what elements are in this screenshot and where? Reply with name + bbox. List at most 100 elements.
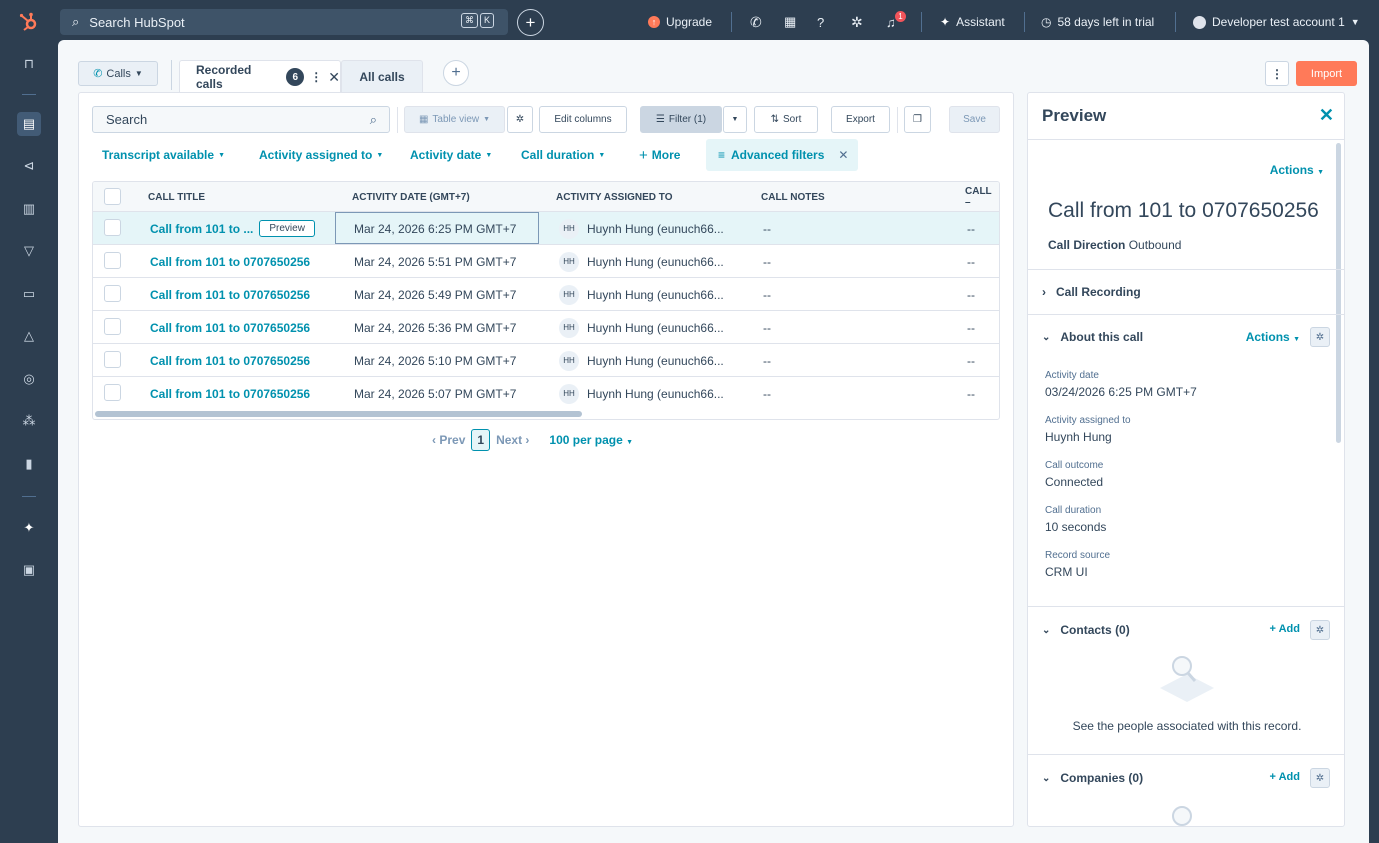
section-header[interactable]: ⌄ About this call (1042, 330, 1143, 344)
table-view-dropdown[interactable]: ▦ Table view ▼ (404, 106, 505, 133)
page-size-dropdown[interactable]: 100 per page ▼ (549, 433, 633, 447)
table-row[interactable]: Call from 101 to 0707650256 Mar 24, 2026… (93, 245, 999, 278)
filter-button[interactable]: ☰ Filter (1) (640, 106, 722, 133)
upgrade-button[interactable]: ↑ Upgrade (648, 0, 712, 44)
development-icon[interactable]: ▣ (17, 558, 41, 582)
quick-filter-call-duration[interactable]: Call duration ▼ (521, 139, 605, 171)
quick-filter-transcript[interactable]: Transcript available ▼ (102, 139, 225, 171)
property-label: Call outcome (1045, 460, 1104, 471)
call-title-link[interactable]: Call from 101 to 0707650256 (150, 245, 310, 278)
column-header-assigned-to[interactable]: ACTIVITY ASSIGNED TO (556, 182, 673, 212)
table-search-input[interactable]: Search ⌕ (92, 106, 390, 133)
hubspot-logo-icon[interactable] (0, 0, 58, 44)
column-header-call-title[interactable]: CALL TITLE (148, 182, 205, 212)
horizontal-scrollbar[interactable] (95, 411, 582, 417)
row-checkbox[interactable] (104, 285, 121, 302)
table-icon: ▦ (418, 114, 429, 125)
records-card: Search ⌕ ▦ Table view ▼ ✲ Edit columns ☰… (78, 92, 1014, 827)
settings-gear-icon[interactable]: ✲ (851, 0, 863, 44)
next-page-button[interactable]: Next › (496, 433, 529, 447)
object-switcher-calls[interactable]: ✆ Calls ▼ (78, 61, 158, 86)
marketplace-icon[interactable]: ▦ (784, 0, 796, 44)
call-title-link[interactable]: Call from 101 to 0707650256 (150, 278, 310, 311)
tab-recorded-calls[interactable]: Recorded calls 6 ⋮ ✕ (179, 60, 341, 93)
tab-options-icon[interactable]: ⋮ (310, 70, 322, 84)
filter-caret-button[interactable]: ▼ (723, 106, 747, 133)
export-button[interactable]: Export (831, 106, 890, 133)
add-view-plus-icon[interactable]: + (443, 60, 469, 86)
column-header-call-truncated[interactable]: CALL – (965, 182, 999, 212)
reporting-chart-icon[interactable]: ▮ (17, 452, 41, 476)
property-call-outcome[interactable]: Call outcome Connected (1045, 460, 1103, 489)
breeze-sparkle-icon[interactable]: ✦ (17, 516, 41, 540)
table-row[interactable]: Call from 101 to ... Preview Mar 24, 202… (93, 212, 999, 245)
property-call-duration[interactable]: Call duration 10 seconds (1045, 505, 1106, 534)
row-checkbox[interactable] (104, 384, 121, 401)
assistant-button[interactable]: ✦ Assistant (940, 0, 1005, 44)
more-actions-button[interactable]: ⋮ (1265, 61, 1289, 86)
section-settings-gear-icon[interactable]: ✲ (1310, 768, 1330, 788)
current-page-button[interactable]: 1 (471, 429, 491, 451)
table-row[interactable]: Call from 101 to 0707650256 Mar 24, 2026… (93, 278, 999, 311)
preview-button[interactable]: Preview (259, 220, 315, 237)
preview-actions-dropdown[interactable]: Actions ▼ (1270, 163, 1324, 177)
column-header-activity-date[interactable]: ACTIVITY DATE (GMT+7) (352, 182, 470, 212)
call-title-link[interactable]: Call from 101 to 0707650256 (150, 344, 310, 377)
property-assigned-to[interactable]: Activity assigned to Huynh Hung (1045, 415, 1131, 444)
property-label: Activity assigned to (1045, 415, 1131, 426)
section-header[interactable]: ⌄ Contacts (0) (1042, 623, 1130, 637)
help-icon[interactable]: ? (817, 0, 824, 44)
calling-icon[interactable]: ✆ (750, 0, 762, 44)
quick-filter-activity-date[interactable]: Activity date ▼ (410, 139, 492, 171)
edit-columns-button[interactable]: Edit columns (539, 106, 627, 133)
section-header[interactable]: ⌄ Companies (0) (1042, 771, 1143, 785)
row-checkbox[interactable] (104, 351, 121, 368)
section-call-recording[interactable]: › Call Recording (1028, 269, 1344, 314)
sales-funnel-icon[interactable]: ▽ (17, 239, 41, 263)
account-menu[interactable]: Developer test account 1 ▼ (1193, 0, 1360, 44)
notifications-bell-icon[interactable]: ♫ (886, 0, 896, 44)
section-settings-gear-icon[interactable]: ✲ (1310, 620, 1330, 640)
automation-icon[interactable]: ⁂ (17, 409, 41, 433)
row-checkbox[interactable] (104, 318, 121, 335)
call-title-link[interactable]: Call from 101 to 0707650256 (150, 377, 310, 410)
prev-page-button[interactable]: ‹ Prev (432, 433, 465, 447)
call-title-link[interactable]: Call from 101 to 0707650256 (150, 311, 310, 344)
sort-button[interactable]: ⇅ Sort (754, 106, 818, 133)
trial-timer[interactable]: ◷ 58 days left in trial (1041, 0, 1154, 44)
section-settings-gear-icon[interactable]: ✲ (1310, 327, 1330, 347)
close-icon[interactable]: ✕ (838, 148, 848, 162)
select-all-checkbox[interactable] (104, 188, 121, 205)
duplicate-view-icon[interactable]: ❐ (904, 106, 931, 133)
commerce-wallet-icon[interactable]: ▭ (17, 282, 41, 306)
table-row[interactable]: Call from 101 to 0707650256 Mar 24, 2026… (93, 311, 999, 344)
about-actions-dropdown[interactable]: Actions ▼ (1246, 330, 1300, 344)
property-activity-date[interactable]: Activity date 03/24/2026 6:25 PM GMT+7 (1045, 370, 1197, 399)
close-icon[interactable]: ✕ (1319, 105, 1334, 126)
row-checkbox[interactable] (104, 252, 121, 269)
create-new-plus-icon[interactable]: + (517, 9, 544, 36)
content-icon[interactable]: ▥ (17, 197, 41, 221)
property-record-source[interactable]: Record source CRM UI (1045, 550, 1110, 579)
tab-all-calls[interactable]: All calls (341, 60, 423, 93)
marketing-megaphone-icon[interactable]: ⊲ (17, 154, 41, 178)
column-header-call-notes[interactable]: CALL NOTES (761, 182, 825, 212)
service-bell-icon[interactable]: △ (17, 324, 41, 348)
close-tab-icon[interactable]: ✕ (328, 69, 340, 86)
crm-icon[interactable]: ▤ (17, 112, 41, 136)
view-settings-gear-icon[interactable]: ✲ (507, 106, 533, 133)
import-button[interactable]: Import (1296, 61, 1357, 86)
advanced-filters-button[interactable]: ≡ Advanced filters ✕ (706, 139, 858, 171)
add-contact-button[interactable]: + Add (1270, 623, 1300, 635)
table-row[interactable]: Call from 101 to 0707650256 Mar 24, 2026… (93, 344, 999, 377)
more-filters-button[interactable]: + More (639, 139, 680, 171)
save-view-button[interactable]: Save (949, 106, 1000, 133)
global-search-input[interactable]: ⌕ Search HubSpot ⌘ K (60, 9, 508, 35)
quick-filter-assigned-to[interactable]: Activity assigned to ▼ (259, 139, 383, 171)
call-title-link[interactable]: Call from 101 to ... Preview (150, 212, 315, 245)
table-row[interactable]: Call from 101 to 0707650256 Mar 24, 2026… (93, 377, 999, 410)
row-checkbox[interactable] (104, 219, 121, 236)
add-company-button[interactable]: + Add (1270, 771, 1300, 783)
data-database-icon[interactable]: ◎ (17, 367, 41, 391)
bookmark-icon[interactable]: ⊓ (17, 52, 41, 76)
